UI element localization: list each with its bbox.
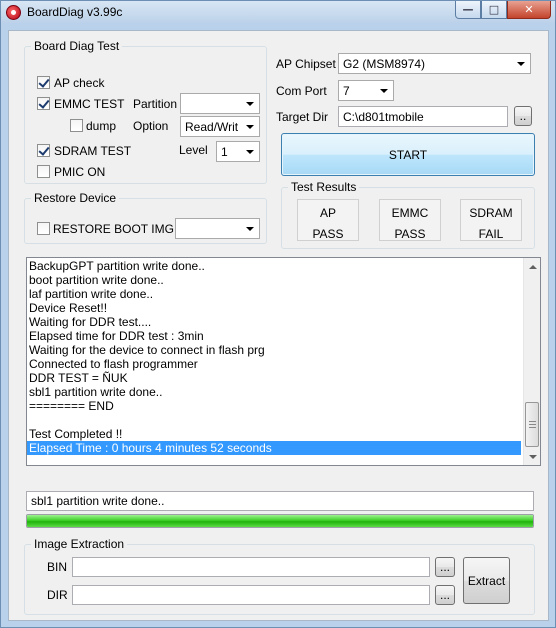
dir-label: DIR	[47, 588, 68, 602]
option-select[interactable]: Read/Writ	[180, 116, 260, 137]
dir-input[interactable]	[72, 585, 430, 605]
result-sdram: SDRAM FAIL	[460, 199, 522, 241]
board-diag-test-title: Board Diag Test	[34, 39, 120, 53]
window-controls: — □ ✕	[455, 1, 551, 19]
thumb-grip	[529, 424, 536, 425]
start-button[interactable]: START	[281, 133, 535, 176]
chevron-down-icon	[246, 150, 254, 154]
thumb-grip	[529, 421, 536, 422]
restore-boot-img-label[interactable]: RESTORE BOOT IMG	[53, 222, 174, 236]
chevron-down-icon	[380, 89, 388, 93]
ap-chipset-select[interactable]: G2 (MSM8974)	[338, 53, 531, 74]
level-select[interactable]: 1	[216, 141, 260, 162]
restore-image-select[interactable]	[175, 218, 260, 239]
extract-button[interactable]: Extract	[463, 557, 510, 604]
result-sdram-value: FAIL	[478, 227, 504, 241]
scroll-up-arrow[interactable]	[524, 258, 540, 275]
pmic-on-label[interactable]: PMIC ON	[54, 165, 105, 179]
arrow-up-icon	[528, 264, 537, 269]
dir-browse-button[interactable]: ...	[435, 585, 455, 605]
chevron-down-icon	[517, 62, 525, 66]
log-line[interactable]: Waiting for the device to connect in fla…	[27, 343, 521, 357]
minimize-button[interactable]: —	[455, 1, 481, 19]
thumb-grip	[529, 427, 536, 428]
chevron-down-icon	[246, 125, 254, 129]
ap-chipset-label: AP Chipset	[276, 57, 336, 71]
result-ap-name: AP	[319, 206, 336, 220]
option-label: Option	[133, 119, 169, 133]
image-extraction-title: Image Extraction	[34, 537, 125, 551]
log-line[interactable]: DDR TEST = ÑUK	[27, 371, 521, 385]
title-bar[interactable]: BoardDiag v3.99c — □ ✕	[1, 1, 555, 23]
log-line[interactable]: ======== END	[27, 399, 521, 413]
log-line[interactable]: Device Reset!!	[27, 301, 521, 315]
partition-label: Partition	[133, 97, 178, 111]
log-lines: BackupGPT partition write done.. boot par…	[27, 259, 521, 455]
level-label: Level	[179, 143, 208, 157]
ap-check-checkbox[interactable]	[37, 76, 50, 89]
level-value: 1	[221, 145, 228, 159]
arrow-down-icon	[528, 454, 537, 459]
log-listbox[interactable]: BackupGPT partition write done.. boot par…	[26, 257, 541, 466]
result-emmc-value: PASS	[394, 227, 426, 241]
maximize-button[interactable]: □	[481, 1, 507, 19]
ap-chipset-value: G2 (MSM8974)	[343, 57, 426, 71]
log-line[interactable]: Elapsed time for DDR test : 3min	[27, 329, 521, 343]
target-dir-input[interactable]: C:\d801tmobile	[338, 106, 508, 127]
dump-checkbox[interactable]	[70, 119, 83, 132]
log-line[interactable]: boot partition write done..	[27, 273, 521, 287]
ap-check-label[interactable]: AP check	[54, 76, 104, 90]
result-sdram-name: SDRAM	[469, 206, 513, 220]
log-line[interactable]: Test Completed !!	[27, 427, 521, 441]
log-line[interactable]: BackupGPT partition write done..	[27, 259, 521, 273]
log-line[interactable]	[27, 413, 521, 427]
log-line[interactable]: Waiting for DDR test....	[27, 315, 521, 329]
log-line[interactable]: laf partition write done..	[27, 287, 521, 301]
pmic-on-checkbox[interactable]	[37, 165, 50, 178]
log-line[interactable]: Elapsed Time : 0 hours 4 minutes 52 seco…	[27, 441, 521, 455]
dump-label[interactable]: dump	[86, 119, 116, 133]
app-icon[interactable]	[6, 5, 21, 20]
log-line[interactable]: Connected to flash programmer	[27, 357, 521, 371]
com-port-value: 7	[343, 84, 350, 98]
partition-select[interactable]	[180, 93, 260, 114]
log-scrollbar[interactable]	[523, 258, 540, 465]
window-title: BoardDiag v3.99c	[27, 5, 123, 19]
app-window: BoardDiag v3.99c — □ ✕ Board Diag Test A…	[0, 0, 556, 628]
scroll-thumb[interactable]	[525, 402, 539, 447]
com-port-select[interactable]: 7	[338, 80, 394, 101]
chevron-down-icon	[246, 102, 254, 106]
scroll-down-arrow[interactable]	[524, 448, 540, 465]
status-field[interactable]: sbl1 partition write done..	[26, 491, 534, 511]
bin-label: BIN	[47, 560, 68, 574]
log-line[interactable]: sbl1 partition write done..	[27, 385, 521, 399]
chevron-down-icon	[246, 227, 254, 231]
result-ap: AP PASS	[297, 199, 359, 241]
close-button[interactable]: ✕	[507, 1, 551, 19]
progress-fill	[27, 515, 533, 527]
emmc-test-checkbox[interactable]	[37, 97, 50, 110]
result-emmc: EMMC PASS	[379, 199, 441, 241]
bin-input[interactable]	[72, 557, 430, 577]
client-area: Board Diag Test AP check EMMC TEST Parti…	[8, 30, 549, 621]
emmc-test-label[interactable]: EMMC TEST	[54, 97, 124, 111]
sdram-test-checkbox[interactable]	[37, 144, 50, 157]
target-dir-label: Target Dir	[276, 110, 329, 124]
sdram-test-label[interactable]: SDRAM TEST	[54, 144, 131, 158]
com-port-label: Com Port	[276, 84, 327, 98]
restore-boot-img-checkbox[interactable]	[37, 222, 50, 235]
test-results-title: Test Results	[291, 180, 357, 194]
restore-device-title: Restore Device	[34, 191, 117, 205]
result-emmc-name: EMMC	[391, 206, 429, 220]
result-ap-value: PASS	[312, 227, 344, 241]
progress-bar	[26, 514, 534, 528]
bin-browse-button[interactable]: ...	[435, 557, 455, 577]
option-value: Read/Writ	[185, 120, 239, 134]
target-dir-browse-button[interactable]: ..	[514, 106, 532, 126]
